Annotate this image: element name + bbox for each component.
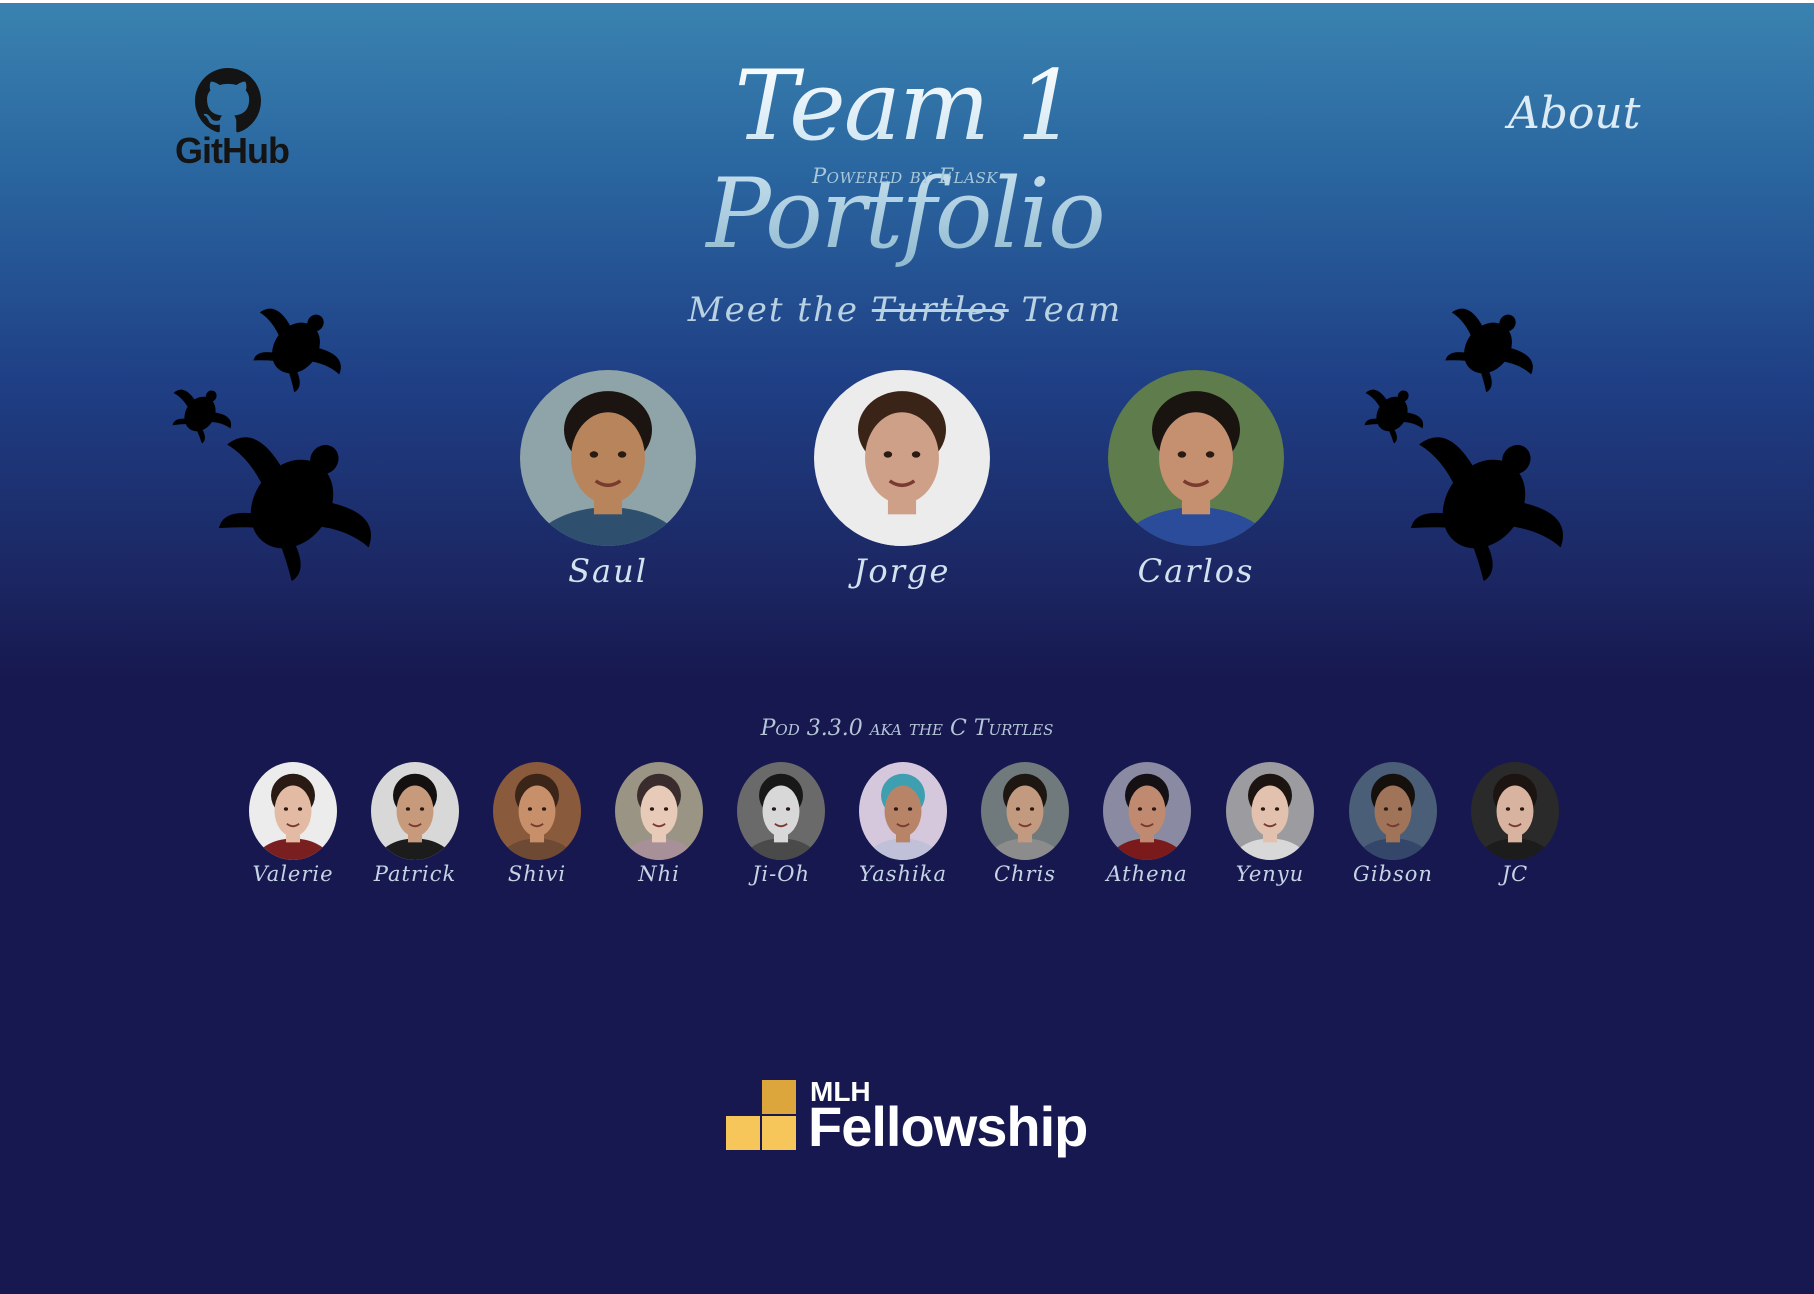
pod-member-name: Valerie <box>252 862 334 886</box>
site-subtitle: Powered by Flask <box>812 164 998 188</box>
member-name: Saul <box>568 552 648 590</box>
logo-square-top <box>762 1080 796 1114</box>
pod-member-valerie[interactable]: Valerie <box>238 762 348 886</box>
team-heading-struck-word: Turtles <box>871 290 1009 330</box>
pod-member-jc[interactable]: JC <box>1460 762 1570 886</box>
avatar <box>859 762 947 860</box>
avatar <box>1226 762 1314 860</box>
top-border <box>0 0 1814 3</box>
pod-member-name: Shivi <box>507 862 567 886</box>
pod-member-ji-oh[interactable]: Ji-Oh <box>726 762 836 886</box>
pod-member-name: Athena <box>1106 862 1188 886</box>
logo-square-bottom-right <box>762 1116 796 1150</box>
pod-member-name: Gibson <box>1353 862 1433 886</box>
github-link[interactable]: GitHub <box>172 68 292 178</box>
about-link[interactable]: About <box>1508 88 1640 139</box>
pod-member-name: Chris <box>993 862 1057 886</box>
avatar <box>249 762 337 860</box>
turtle-silhouettes-right <box>1364 308 1564 582</box>
avatar <box>1349 762 1437 860</box>
turtle-silhouettes-left <box>172 308 372 582</box>
member-name: Carlos <box>1137 552 1255 590</box>
avatar <box>520 370 696 546</box>
team-heading-suffix: Team <box>1021 290 1123 330</box>
member-name: Jorge <box>853 552 951 590</box>
avatar <box>371 762 459 860</box>
avatar <box>1108 370 1284 546</box>
avatar <box>493 762 581 860</box>
pod-member-name: Ji-Oh <box>752 862 810 886</box>
site-title: Team 1 Portfolio <box>560 52 1250 268</box>
pod-member-gibson[interactable]: Gibson <box>1338 762 1448 886</box>
team-heading: Meet the Turtles Team <box>680 290 1130 330</box>
avatar <box>737 762 825 860</box>
pod-member-name: Nhi <box>638 862 680 886</box>
pod-member-patrick[interactable]: Patrick <box>360 762 470 886</box>
pod-member-name: Patrick <box>373 862 457 886</box>
pod-member-nhi[interactable]: Nhi <box>604 762 714 886</box>
pod-member-name: Yenyu <box>1235 862 1305 886</box>
pod-member-name: JC <box>1501 862 1529 886</box>
pod-member-chris[interactable]: Chris <box>970 762 1080 886</box>
pod-member-yashika[interactable]: Yashika <box>848 762 958 886</box>
avatar <box>615 762 703 860</box>
github-wordmark: GitHub <box>175 130 290 171</box>
github-octocat-icon <box>195 68 261 133</box>
logo-square-bottom-left <box>726 1116 760 1150</box>
mlh-fellowship-logo[interactable]: MLH Fellowship <box>724 1076 1094 1166</box>
team-member-saul[interactable]: Saul <box>518 370 698 590</box>
pod-member-name: Yashika <box>858 862 948 886</box>
avatar <box>814 370 990 546</box>
avatar <box>1103 762 1191 860</box>
pod-heading: Pod 3.3.0 aka the C Turtles <box>760 716 1054 741</box>
team-member-carlos[interactable]: Carlos <box>1106 370 1286 590</box>
fellowship-wordmark: Fellowship <box>808 1095 1088 1158</box>
avatar <box>1471 762 1559 860</box>
pod-member-shivi[interactable]: Shivi <box>482 762 592 886</box>
team-member-jorge[interactable]: Jorge <box>812 370 992 590</box>
pod-member-athena[interactable]: Athena <box>1092 762 1202 886</box>
avatar <box>981 762 1069 860</box>
pod-member-yenyu[interactable]: Yenyu <box>1215 762 1325 886</box>
team-heading-prefix: Meet the <box>687 290 859 330</box>
